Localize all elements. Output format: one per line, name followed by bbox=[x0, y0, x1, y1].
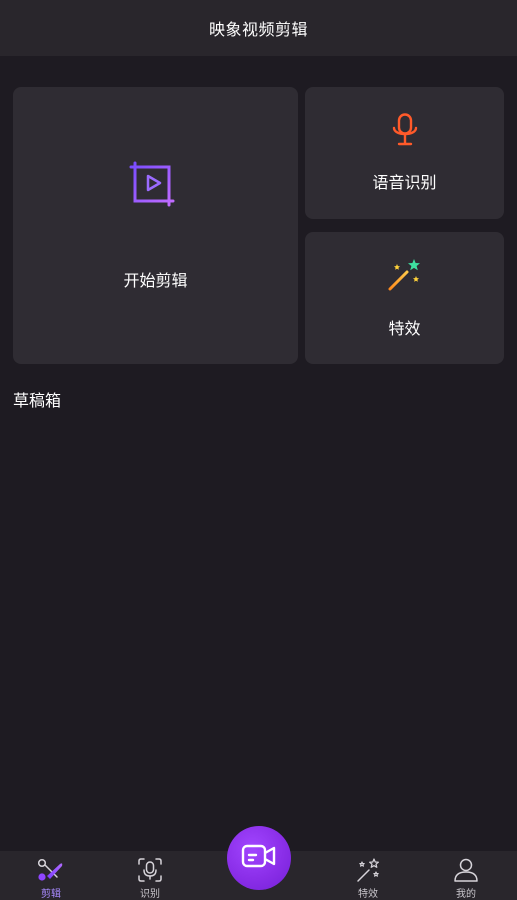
microphone-icon bbox=[391, 113, 419, 151]
user-icon bbox=[453, 856, 479, 884]
app-root: 映象视频剪辑 开始剪辑 语音识别 特效 草稿箱 剪辑 识别 特效 我的 bbox=[0, 0, 517, 900]
effects-label: 特效 bbox=[388, 319, 421, 338]
speech-recognition-label: 语音识别 bbox=[372, 173, 437, 192]
video-camera-icon bbox=[241, 842, 277, 874]
tab-recognize-label: 识别 bbox=[140, 889, 160, 900]
tab-edit-label: 剪辑 bbox=[41, 889, 61, 900]
magic-wand-icon bbox=[387, 257, 423, 297]
record-video-button[interactable] bbox=[227, 826, 291, 890]
scissors-icon bbox=[37, 856, 65, 884]
tab-effects-label: 特效 bbox=[358, 889, 378, 900]
speech-recognition-card[interactable]: 语音识别 bbox=[305, 87, 504, 219]
crop-play-icon bbox=[129, 161, 183, 219]
voice-scan-icon bbox=[137, 856, 163, 884]
page-title: 映象视频剪辑 bbox=[208, 20, 308, 39]
tab-recognize[interactable]: 识别 bbox=[110, 851, 190, 900]
effects-card[interactable]: 特效 bbox=[305, 232, 504, 364]
top-bar: 映象视频剪辑 bbox=[0, 0, 517, 56]
tab-mine[interactable]: 我的 bbox=[426, 851, 506, 900]
drafts-heading: 草稿箱 bbox=[13, 391, 62, 410]
start-edit-card[interactable]: 开始剪辑 bbox=[13, 87, 298, 364]
tab-edit[interactable]: 剪辑 bbox=[11, 851, 91, 900]
tab-effects[interactable]: 特效 bbox=[328, 851, 408, 900]
tab-mine-label: 我的 bbox=[456, 889, 476, 900]
start-edit-label: 开始剪辑 bbox=[123, 270, 188, 290]
magic-wand-icon bbox=[355, 856, 381, 884]
